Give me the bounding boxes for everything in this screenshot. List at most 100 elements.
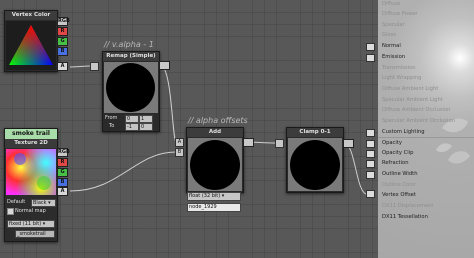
texture-precision-dropdown[interactable]: fixed (11 bit) ▾ bbox=[7, 220, 55, 228]
opacity-input-port[interactable] bbox=[366, 140, 375, 148]
input-label-diffuse-power: Diffuse Power bbox=[382, 11, 418, 17]
clamp-preview-sphere bbox=[290, 140, 340, 190]
remap-preview-sphere bbox=[106, 63, 155, 112]
vertex-color-port-r[interactable]: R bbox=[57, 27, 68, 36]
input-label-outline-color: Outline Color bbox=[382, 182, 416, 188]
input-row-transmission[interactable]: Transmission bbox=[378, 64, 474, 73]
input-row-specular-ambient-light[interactable]: Specular Ambient Light bbox=[378, 96, 474, 105]
input-row-refraction[interactable]: Refraction bbox=[378, 159, 474, 168]
add-preview-sphere bbox=[190, 140, 240, 190]
vertex-color-port-g[interactable]: G bbox=[57, 37, 68, 46]
input-row-specular-ambient-occlusion[interactable]: Specular Ambient Occlusion bbox=[378, 117, 474, 126]
texture-default-value: Black bbox=[33, 200, 47, 206]
input-row-vertex-offset[interactable]: Vertex Offset bbox=[378, 191, 474, 200]
input-row-opacity[interactable]: Opacity bbox=[378, 139, 474, 148]
opacity-clip-input-port[interactable] bbox=[366, 150, 375, 158]
texture-port-a[interactable]: A bbox=[57, 187, 68, 196]
input-row-diffuse-ambient-light[interactable]: Diffuse Ambient Light bbox=[378, 85, 474, 94]
chevron-down-icon: ▾ bbox=[220, 193, 225, 199]
input-row-diffuse[interactable]: Diffuse bbox=[378, 0, 474, 9]
custom-lighting-input-port[interactable] bbox=[366, 129, 375, 137]
clamp-title: Clamp 0-1 bbox=[287, 128, 343, 137]
add-node-name-field[interactable]: node_1929 bbox=[187, 203, 241, 212]
chevron-down-icon: ▾ bbox=[41, 221, 46, 227]
emission-input-port[interactable] bbox=[366, 54, 375, 62]
input-row-specular[interactable]: Specular bbox=[378, 21, 474, 30]
input-label-custom-lighting: Custom Lighting bbox=[382, 129, 425, 135]
input-row-outline-color[interactable]: Outline Color bbox=[378, 181, 474, 190]
vertex-color-port-rgb[interactable]: RGB bbox=[57, 17, 70, 26]
remap-preview bbox=[104, 62, 158, 113]
wire-texture-a-to-add-b bbox=[69, 151, 177, 192]
texture-header: smoke trail bbox=[5, 129, 57, 139]
remap-output-port[interactable] bbox=[159, 61, 170, 70]
texture-precision-value: fixed (11 bit) bbox=[9, 221, 42, 227]
input-row-light-wrapping[interactable]: Light Wrapping bbox=[378, 74, 474, 83]
remap-title: Remap (Simple) bbox=[103, 52, 159, 61]
wire-vertex-alpha-to-remap bbox=[69, 65, 91, 68]
vertex-color-title: Vertex Color bbox=[5, 11, 57, 20]
input-label-diffuse-ambient-occlusion: Diffuse Ambient Occlusion bbox=[382, 107, 451, 113]
remap-input-port[interactable] bbox=[90, 62, 99, 71]
add-input-a[interactable]: A bbox=[175, 138, 184, 147]
input-row-diffuse-ambient-occlusion[interactable]: Diffuse Ambient Occlusion bbox=[378, 106, 474, 115]
texture-title: Texture 2D bbox=[5, 139, 57, 148]
texture-port-b[interactable]: B bbox=[57, 178, 68, 187]
color-triangle-icon bbox=[9, 25, 53, 65]
add-output-port[interactable] bbox=[243, 138, 254, 147]
texture-port-r[interactable]: R bbox=[57, 158, 68, 167]
input-row-gloss[interactable]: Gloss bbox=[378, 31, 474, 40]
vertex-offset-input-port[interactable] bbox=[366, 190, 375, 198]
remap-to-label: To bbox=[109, 123, 115, 129]
input-row-normal[interactable]: Normal bbox=[378, 42, 474, 51]
input-row-diffuse-power[interactable]: Diffuse Power bbox=[378, 10, 474, 19]
add-preview bbox=[188, 138, 242, 191]
add-precision-dropdown[interactable]: float (32 bit) ▾ bbox=[187, 192, 241, 201]
input-label-outline-width: Outline Width bbox=[382, 171, 418, 177]
clamp-output-port[interactable] bbox=[343, 139, 354, 148]
input-row-emission[interactable]: Emission bbox=[378, 53, 474, 62]
input-label-diffuse: Diffuse bbox=[382, 1, 401, 7]
input-label-specular: Specular bbox=[382, 22, 405, 28]
vertex-color-node[interactable]: Vertex Color bbox=[4, 10, 58, 72]
vertex-color-preview bbox=[6, 21, 56, 70]
refraction-input-port[interactable] bbox=[366, 160, 375, 168]
clamp-node[interactable]: Clamp 0-1 bbox=[286, 127, 344, 193]
remap-from-label: From bbox=[105, 115, 118, 121]
clamp-input-port[interactable] bbox=[275, 139, 284, 148]
input-label-dx11-displacement: DX11 Displacement bbox=[382, 203, 434, 209]
remap-from-min[interactable]: 0 bbox=[125, 115, 139, 123]
input-row-dx11-displacement[interactable]: DX11 Displacement bbox=[378, 202, 474, 211]
texture-port-g[interactable]: G bbox=[57, 168, 68, 177]
remap-to-min[interactable]: -1 bbox=[125, 123, 139, 131]
input-label-vertex-offset: Vertex Offset bbox=[382, 192, 416, 198]
input-row-outline-width[interactable]: Outline Width bbox=[378, 170, 474, 179]
panel-divider bbox=[378, 137, 474, 138]
wire-clamp-to-vertex-offset bbox=[343, 142, 367, 195]
texture-2d-node[interactable]: smoke trail Texture 2D Default Black ▾ N… bbox=[4, 128, 58, 242]
add-input-b[interactable]: B bbox=[175, 148, 184, 157]
vertex-color-port-b[interactable]: B bbox=[57, 47, 68, 56]
dx11-tessellation-row[interactable]: DX11 Tessellation bbox=[378, 212, 474, 222]
add-comment: // alpha offsets bbox=[188, 116, 248, 125]
texture-default-dropdown[interactable]: Black ▾ bbox=[31, 199, 56, 207]
vertex-color-port-a[interactable]: A bbox=[57, 62, 68, 71]
input-label-opacity: Opacity bbox=[382, 140, 402, 146]
normal-input-port[interactable] bbox=[366, 43, 375, 51]
remap-to-max[interactable]: 0 bbox=[139, 123, 153, 131]
input-label-opacity-clip: Opacity Clip bbox=[382, 150, 414, 156]
texture-port-rgb[interactable]: RGB bbox=[57, 148, 70, 157]
normal-map-checkbox[interactable] bbox=[7, 208, 14, 215]
remap-node[interactable]: Remap (Simple) From 0 1 To -1 0 bbox=[102, 51, 160, 132]
texture-property-name[interactable]: _smoketrail bbox=[15, 230, 55, 238]
input-row-opacity-clip[interactable]: Opacity Clip bbox=[378, 149, 474, 158]
input-label-diffuse-ambient-light: Diffuse Ambient Light bbox=[382, 86, 439, 92]
outline-width-input-port[interactable] bbox=[366, 171, 375, 179]
remap-from-max[interactable]: 1 bbox=[139, 115, 153, 123]
chevron-down-icon: ▾ bbox=[46, 200, 51, 206]
add-node[interactable]: Add bbox=[186, 127, 244, 193]
clamp-preview bbox=[288, 138, 342, 191]
add-title: Add bbox=[187, 128, 243, 137]
remap-comment: // v.alpha - 1 bbox=[104, 40, 154, 49]
input-row-custom-lighting[interactable]: Custom Lighting bbox=[378, 128, 474, 137]
